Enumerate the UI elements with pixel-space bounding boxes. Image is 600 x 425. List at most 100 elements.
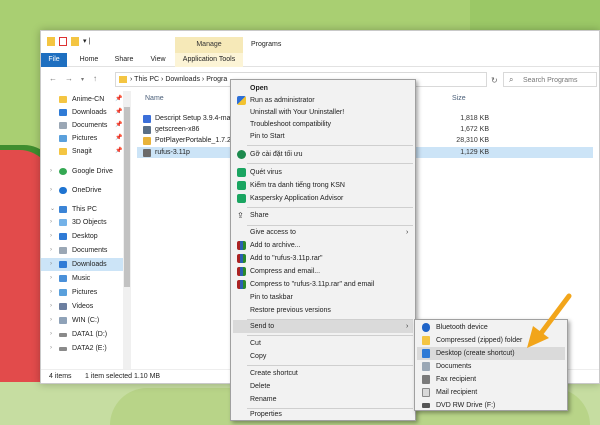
nav-item-pictures-pinned[interactable]: Pictures 📌 [41, 132, 129, 145]
menu-item-label: Compress and email... [250, 268, 321, 275]
nav-item-onedrive[interactable]: › OneDrive [41, 184, 129, 197]
title-bar: ▾ | Manage Programs [41, 31, 599, 53]
nav-item-documents[interactable]: › Documents [41, 244, 129, 257]
menu-item-delete[interactable]: Delete [233, 380, 413, 393]
up-arrow-icon[interactable]: ↑ [93, 74, 97, 83]
menu-item-label: Cut [250, 340, 261, 347]
folder-icon[interactable] [47, 37, 55, 46]
nav-item-anime-cn[interactable]: Anime-CN 📌 [41, 93, 129, 106]
refresh-icon[interactable]: ↻ [491, 76, 498, 85]
forward-arrow-icon[interactable]: → [65, 74, 73, 83]
menu-item-label: Kiểm tra danh tiếng trong KSN [250, 182, 345, 189]
qat-customize[interactable]: ▾ | [83, 37, 90, 46]
menu-item-compress-email[interactable]: Compress and email... [233, 265, 413, 278]
nav-item-music[interactable]: › Music [41, 272, 129, 285]
breadcrumb-programs[interactable]: Progra [206, 76, 227, 83]
menu-item-restore-versions[interactable]: Restore previous versions [233, 304, 413, 317]
menu-item-scan-virus[interactable]: Quét virus [233, 166, 413, 179]
recent-locations-icon[interactable]: ▾ [81, 76, 84, 83]
tab-view[interactable]: View [146, 53, 170, 67]
expand-chevron-icon[interactable]: › [50, 258, 52, 271]
tab-file[interactable]: File [41, 53, 67, 67]
tab-manage[interactable]: Manage [175, 37, 243, 53]
menu-item-create-shortcut[interactable]: Create shortcut [233, 367, 413, 380]
winrar-icon [237, 241, 246, 250]
menu-item-properties[interactable]: Properties [233, 408, 413, 421]
nav-item-documents-pinned[interactable]: Documents 📌 [41, 119, 129, 132]
send-to-dvd-drive[interactable]: DVD RW Drive (F:) [417, 399, 565, 412]
nav-item-snagit[interactable]: Snagit 📌 [41, 145, 129, 158]
submenu-item-label: DVD RW Drive (F:) [436, 402, 496, 409]
nav-item-pictures[interactable]: › Pictures [41, 286, 129, 299]
nav-item-drive-c[interactable]: › WIN (C:) [41, 314, 129, 327]
nav-item-this-pc[interactable]: ⌄ This PC [41, 203, 129, 216]
menu-item-check-reputation[interactable]: Kiểm tra danh tiếng trong KSN [233, 179, 413, 192]
nav-item-3d-objects[interactable]: › 3D Objects [41, 216, 129, 229]
nav-item-videos[interactable]: › Videos [41, 300, 129, 313]
menu-item-pin-to-taskbar[interactable]: Pin to taskbar [233, 291, 413, 304]
expand-chevron-icon[interactable]: › [50, 286, 52, 299]
search-input[interactable]: ⌕ Search Programs [503, 72, 597, 87]
nav-item-label: Desktop [72, 233, 98, 240]
tab-share[interactable]: Share [111, 53, 137, 67]
menu-item-label: Pin to Start [250, 133, 285, 140]
tab-application-tools[interactable]: Application Tools [175, 53, 243, 67]
menu-item-label: Create shortcut [250, 370, 298, 377]
menu-item-send-to[interactable]: Send to › [233, 320, 413, 333]
expand-chevron-icon[interactable]: › [50, 300, 52, 313]
nav-item-label: Documents [72, 122, 108, 129]
nav-item-drive-d[interactable]: › DATA1 (D:) [41, 328, 129, 341]
breadcrumb-this-pc[interactable]: This PC [134, 76, 159, 83]
column-header-name[interactable]: Name [145, 95, 164, 102]
expand-chevron-icon[interactable]: › [50, 216, 52, 229]
collapse-chevron-icon[interactable]: ⌄ [50, 203, 55, 216]
menu-item-add-to-archive[interactable]: Add to archive... [233, 239, 413, 252]
column-header-size[interactable]: Size [452, 95, 466, 102]
menu-item-copy[interactable]: Copy [233, 350, 413, 363]
menu-item-cut[interactable]: Cut [233, 337, 413, 350]
expand-chevron-icon[interactable]: › [50, 272, 52, 285]
menu-item-give-access[interactable]: Give access to › [233, 226, 413, 239]
tab-home[interactable]: Home [77, 53, 101, 67]
nav-scrollbar[interactable] [123, 91, 131, 369]
nav-item-drive-e[interactable]: › DATA2 (E:) [41, 342, 129, 355]
expand-chevron-icon[interactable]: › [50, 328, 52, 341]
menu-item-share[interactable]: ⇪ Share [233, 209, 413, 222]
properties-icon[interactable] [59, 37, 67, 46]
nav-item-label: Videos [72, 303, 94, 310]
nav-item-google-drive[interactable]: › Google Drive [41, 165, 129, 178]
new-folder-icon[interactable] [71, 37, 79, 46]
back-arrow-icon[interactable]: ← [49, 74, 57, 83]
expand-chevron-icon[interactable]: › [50, 314, 52, 327]
menu-item-rename[interactable]: Rename [233, 393, 413, 406]
menu-item-label: Share [250, 212, 269, 219]
send-to-documents[interactable]: Documents [417, 360, 565, 373]
nav-item-downloads[interactable]: › Downloads [41, 258, 129, 271]
drive-icon [59, 333, 67, 337]
menu-item-pin-to-start[interactable]: Pin to Start [233, 130, 413, 143]
expand-chevron-icon[interactable]: › [50, 165, 52, 178]
menu-item-label: Send to [250, 323, 275, 330]
pictures-icon [59, 135, 67, 142]
pictures-icon [59, 289, 67, 296]
expand-chevron-icon[interactable]: › [50, 342, 52, 355]
menu-item-label: Delete [250, 383, 271, 390]
expand-chevron-icon[interactable]: › [50, 184, 52, 197]
menu-item-optimized-uninstall[interactable]: Gỡ cài đặt tối ưu [233, 148, 413, 161]
send-to-fax[interactable]: Fax recipient [417, 373, 565, 386]
pin-icon: 📌 [115, 96, 123, 102]
breadcrumb-separator: › [161, 76, 164, 83]
nav-item-label: OneDrive [72, 187, 102, 194]
expand-chevron-icon[interactable]: › [50, 244, 52, 257]
menu-item-compress-to-rar-email[interactable]: Compress to "rufus-3.11p.rar" and email [233, 278, 413, 291]
breadcrumb-separator: › [201, 76, 205, 83]
nav-scrollbar-thumb[interactable] [124, 107, 130, 287]
search-icon: ⌕ [509, 75, 514, 84]
nav-item-downloads-pinned[interactable]: Downloads 📌 [41, 106, 129, 119]
menu-item-app-advisor[interactable]: Kaspersky Application Advisor [233, 192, 413, 205]
breadcrumb-downloads[interactable]: Downloads [165, 76, 200, 83]
send-to-mail[interactable]: Mail recipient [417, 386, 565, 399]
expand-chevron-icon[interactable]: › [50, 230, 52, 243]
menu-item-add-to-rar[interactable]: Add to "rufus-3.11p.rar" [233, 252, 413, 265]
nav-item-desktop[interactable]: › Desktop [41, 230, 129, 243]
